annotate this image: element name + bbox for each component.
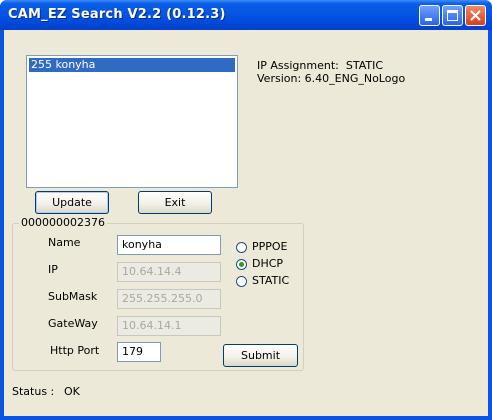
- ip-field[interactable]: 10.64.14.4: [117, 262, 221, 282]
- version-label: Version:: [257, 72, 302, 85]
- device-id-caption: 000000002376: [19, 216, 107, 229]
- ip-label: IP: [48, 263, 58, 276]
- ip-assignment-label: IP Assignment:: [257, 59, 339, 72]
- http-port-field[interactable]: 179: [117, 342, 161, 362]
- exit-button[interactable]: Exit: [138, 191, 212, 214]
- status-label: Status :: [12, 385, 55, 398]
- submask-field[interactable]: 255.255.255.0: [117, 289, 221, 309]
- device-settings-group: 000000002376 Name konyha IP 10.64.14.4 S…: [12, 216, 304, 371]
- update-button[interactable]: Update: [35, 191, 109, 214]
- version-info: Version: 6.40_ENG_NoLogo: [257, 72, 405, 85]
- submask-label: SubMask: [48, 290, 98, 303]
- name-field[interactable]: konyha: [117, 235, 221, 255]
- name-label: Name: [48, 236, 81, 249]
- pppoe-radio[interactable]: [236, 242, 247, 253]
- close-icon: [470, 10, 481, 21]
- client-area: 255 konyha IP Assignment: STATIC Version…: [4, 30, 488, 416]
- ip-assignment-info: IP Assignment: STATIC: [257, 59, 383, 72]
- device-list-item[interactable]: 255 konyha: [29, 58, 235, 72]
- version-value: 6.40_ENG_NoLogo: [304, 72, 406, 85]
- static-radio[interactable]: [236, 276, 247, 287]
- title-bar[interactable]: CAM_EZ Search V2.2 (0.12.3): [0, 0, 492, 30]
- minimize-icon: [425, 18, 432, 21]
- static-radio-label[interactable]: STATIC: [252, 274, 289, 287]
- device-list[interactable]: 255 konyha: [26, 55, 238, 188]
- dhcp-radio[interactable]: [236, 259, 247, 270]
- submit-button[interactable]: Submit: [223, 344, 298, 367]
- close-button[interactable]: [465, 5, 486, 26]
- gateway-label: GateWay: [48, 317, 98, 330]
- dhcp-radio-label[interactable]: DHCP: [252, 257, 283, 270]
- pppoe-radio-label[interactable]: PPPOE: [252, 240, 288, 253]
- window-title: CAM_EZ Search V2.2 (0.12.3): [8, 7, 226, 22]
- http-port-label: Http Port: [50, 344, 100, 357]
- maximize-icon: [447, 10, 458, 21]
- status-value: OK: [64, 385, 80, 398]
- ip-assignment-value: STATIC: [345, 59, 384, 72]
- radio-selected-dot: [239, 262, 244, 267]
- maximize-button[interactable]: [442, 5, 463, 26]
- gateway-field[interactable]: 10.64.14.1: [117, 316, 221, 336]
- minimize-button[interactable]: [419, 5, 440, 26]
- app-window: CAM_EZ Search V2.2 (0.12.3) 255 konyha I…: [0, 0, 492, 420]
